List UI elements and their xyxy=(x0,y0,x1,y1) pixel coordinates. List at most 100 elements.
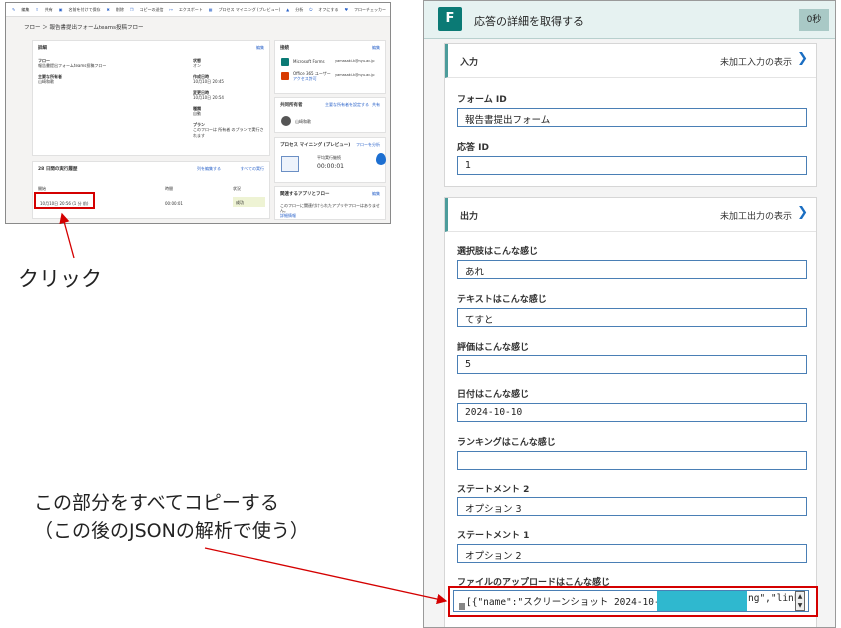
col-status: 状況 xyxy=(233,186,241,191)
date-label: 日付はこんな感じ xyxy=(457,390,530,400)
run-status-badge: 成功 xyxy=(233,197,265,207)
connections-title: 接続 xyxy=(280,46,289,51)
flow-toolbar: ✎ 編集 ⇪ 共有 ▣ 名前を付けて保存 ✖ 削除 ❐ コピーの送信 ↦ エクスポート ▦ プ… xyxy=(6,3,390,17)
toolbar-share[interactable]: 共有 xyxy=(45,7,53,13)
related-card: 関連するアプリとフロー 編集 このフローに関連付けられたアプリやフローはありませ… xyxy=(274,186,386,220)
type-value: 自動 xyxy=(193,111,201,116)
run-history-card: 28 日間の実行履歴 列を編集する すべての実行 開始 時間 状況 10月10日… xyxy=(32,161,270,219)
toolbar-export[interactable]: エクスポート xyxy=(179,7,203,13)
related-body: このフローに関連付けられたアプリやフローはありません。 xyxy=(280,203,380,213)
rating-field[interactable]: 5 xyxy=(457,355,807,374)
toolbar-turn-off[interactable]: オフにする xyxy=(318,7,338,13)
toolbar-analytics[interactable]: 分析 xyxy=(295,7,303,13)
get-response-details-panel: F 応答の詳細を取得する 0秒 入力 未加工入力の表示 ❯ フォーム ID 報告… xyxy=(423,0,836,628)
coowner-name: 山崎和歌 xyxy=(295,119,311,124)
toolbar-send-copy[interactable]: コピーの送信 xyxy=(139,7,163,13)
status-value: オン xyxy=(193,63,201,68)
show-raw-input-link[interactable]: 未加工入力の表示 xyxy=(720,55,792,68)
ranking-label: ランキングはこんな感じ xyxy=(457,438,556,448)
form-id-label: フォーム ID xyxy=(457,95,507,105)
details-card: 詳細 編集 フロー 報告書提出フォームteams投稿フロー 主要な所有者 山崎和… xyxy=(32,40,270,156)
run-highlight-box xyxy=(34,192,95,209)
output-section-header[interactable]: 出力 未加工出力の表示 ❯ xyxy=(445,198,816,232)
connections-card: 接続 編集 Microsoft Forms yamasaki-k@nyu.ac.… xyxy=(274,40,386,94)
details-title: 詳細 xyxy=(38,46,47,51)
show-raw-output-link[interactable]: 未加工出力の表示 xyxy=(720,209,792,222)
breadcrumb[interactable]: フロー ＞ 報告書提出フォームteams投稿フロー xyxy=(24,23,143,31)
avg-run-value: 00:00:01 xyxy=(317,163,344,170)
input-section-header[interactable]: 入力 未加工入力の表示 ❯ xyxy=(445,44,816,78)
process-mining-title: プロセス マイニング (プレビュー) xyxy=(280,143,351,148)
rating-label: 評価はこんな感じ xyxy=(457,343,530,353)
created-value: 10月10日 20:45 xyxy=(193,79,224,84)
details-edit-link[interactable]: 編集 xyxy=(256,45,264,51)
choice-field[interactable]: あれ xyxy=(457,260,807,279)
output-section-title: 出力 xyxy=(460,212,479,222)
related-edit-link[interactable]: 編集 xyxy=(372,191,380,197)
copy-annotation-line2: （この後のJSONの解析で使う） xyxy=(34,520,309,542)
owner-value: 山崎和歌 xyxy=(38,79,54,84)
toolbar-edit[interactable]: 編集 xyxy=(21,7,29,13)
flow-details-screenshot: ✎ 編集 ⇪ 共有 ▣ 名前を付けて保存 ✖ 削除 ❐ コピーの送信 ↦ エクスポート ▦ プ… xyxy=(5,2,391,224)
text-field[interactable]: てすと xyxy=(457,308,807,327)
modified-value: 10月10日 20:54 xyxy=(193,95,224,100)
connections-edit-link[interactable]: 編集 xyxy=(372,45,380,51)
coowners-card: 共同所有者 主要な所有者を設定する 共有 山崎和歌 xyxy=(274,97,386,133)
avatar xyxy=(281,116,291,126)
toolbar-process-mining[interactable]: プロセス マイニング (プレビュー) xyxy=(218,7,280,13)
edit-columns-link[interactable]: 列を編集する xyxy=(197,166,221,172)
related-more-link[interactable]: 詳細情報 xyxy=(280,213,296,219)
response-id-field[interactable]: 1 xyxy=(457,156,807,175)
chevron-right-icon[interactable]: ❯ xyxy=(797,51,808,66)
share-icon: ⇪ xyxy=(35,7,39,12)
plan-value: このフローは 所有者 のプランで実行されます xyxy=(193,127,264,138)
process-icon: ▦ xyxy=(208,7,213,12)
duration-badge: 0秒 xyxy=(799,9,829,31)
output-section: 出力 未加工出力の表示 ❯ 選択肢はこんな感じ あれ テキストはこんな感じ てす… xyxy=(444,197,817,627)
input-section: 入力 未加工入力の表示 ❯ フォーム ID 報告書提出フォーム 応答 ID 1 xyxy=(444,43,817,187)
connection-forms: Microsoft Forms xyxy=(293,59,325,64)
click-annotation: クリック xyxy=(18,267,102,291)
ranking-field[interactable] xyxy=(457,451,807,470)
power-icon: ⏻ xyxy=(309,7,313,12)
connection-office-account: yamasaki-k@nyu.ac.jp xyxy=(335,73,375,77)
office-connector-icon xyxy=(281,72,289,80)
flow-value: 報告書提出フォームteams投稿フロー xyxy=(38,63,107,68)
choice-label: 選択肢はこんな感じ xyxy=(457,247,539,257)
toolbar-flow-checker[interactable]: フローチェッカー xyxy=(354,7,386,13)
copy-annotation-line1: この部分をすべてコピーする xyxy=(34,492,279,514)
analyze-flow-link[interactable]: フローを分析 xyxy=(356,142,380,148)
forms-connector-icon xyxy=(281,58,289,66)
form-id-field[interactable]: 報告書提出フォーム xyxy=(457,108,807,127)
run-history-title: 28 日間の実行履歴 xyxy=(38,167,78,172)
statement2-field[interactable]: オプション 3 xyxy=(457,497,807,516)
related-title: 関連するアプリとフロー xyxy=(280,192,330,197)
date-field[interactable]: 2024-10-10 xyxy=(457,403,807,422)
action-header[interactable]: F 応答の詳細を取得する 0秒 xyxy=(424,1,835,39)
process-chart-icon xyxy=(281,156,299,172)
run-duration: 00:00:01 xyxy=(165,201,183,206)
analytics-icon: ▲ xyxy=(286,7,290,12)
text-label: テキストはこんな感じ xyxy=(457,295,547,305)
copy-arrow xyxy=(204,547,448,605)
share-link[interactable]: 共有 xyxy=(372,102,380,108)
all-runs-link[interactable]: すべての実行 xyxy=(240,166,264,172)
response-id-label: 応答 ID xyxy=(457,143,489,153)
copy-highlight-box xyxy=(448,586,818,617)
col-duration: 時間 xyxy=(165,186,173,191)
avg-run-label: 平均実行継続 xyxy=(317,155,341,160)
action-title: 応答の詳細を取得する xyxy=(474,15,584,28)
statement2-label: ステートメント 2 xyxy=(457,485,530,495)
connection-office-permission[interactable]: アクセス許可 xyxy=(293,76,317,82)
chevron-right-icon[interactable]: ❯ xyxy=(797,205,808,220)
process-mining-card: プロセス マイニング (プレビュー) フローを分析 平均実行継続 00:00:0… xyxy=(274,137,386,183)
toolbar-save-as[interactable]: 名前を付けて保存 xyxy=(69,7,101,13)
toolbar-delete[interactable]: 削除 xyxy=(116,7,124,13)
trash-icon: ✖ xyxy=(106,7,110,12)
water-drop-icon xyxy=(376,153,386,165)
set-owner-link[interactable]: 主要な所有者を設定する xyxy=(325,102,369,108)
col-start: 開始 xyxy=(38,186,46,191)
statement1-field[interactable]: オプション 2 xyxy=(457,544,807,563)
save-as-icon: ▣ xyxy=(58,7,63,12)
forms-app-icon: F xyxy=(438,7,462,31)
